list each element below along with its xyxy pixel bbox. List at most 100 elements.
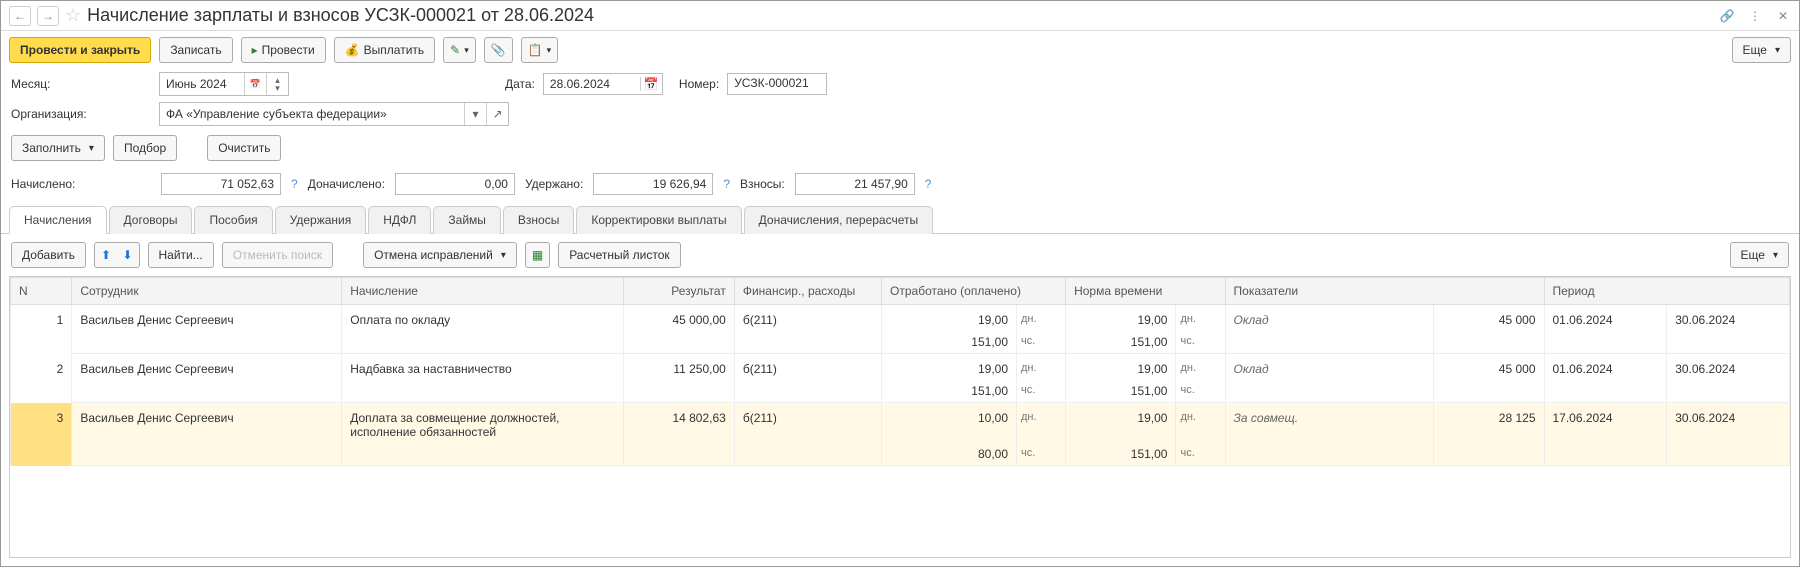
submit-close-button[interactable]: Провести и закрыть [9,37,151,63]
favorite-icon[interactable]: ☆ [65,5,81,26]
col-n[interactable]: N [11,278,72,305]
cell-norm-hours-unit: чс. [1176,380,1225,403]
post-label: Провести [262,43,315,57]
copy-button[interactable]: 📋▾ [521,37,558,63]
cell-fin: б(211) [734,403,881,444]
table-row-sub[interactable]: 80,00чс.151,00чс. [11,443,1790,466]
table-row-sub[interactable]: 151,00чс.151,00чс. [11,380,1790,403]
cell-accr: Оплата по окладу [342,305,624,332]
tab-benefits[interactable]: Пособия [194,206,272,234]
col-period[interactable]: Период [1544,278,1790,305]
col-result[interactable]: Результат [624,278,734,305]
cell-result: 14 802,63 [624,403,734,444]
save-button[interactable]: Записать [159,37,232,63]
contrib-label: Взносы: [740,177,785,191]
date-input[interactable]: 28.06.2024 📅 [543,73,663,95]
table-row[interactable]: 3Васильев Денис СергеевичДоплата за совм… [11,403,1790,444]
cell-period-from: 01.06.2024 [1544,354,1667,381]
cell-period-from: 17.06.2024 [1544,403,1667,444]
month-input[interactable]: Июнь 2024 📅 ▴▾ [159,72,289,96]
add-button[interactable]: Добавить [11,242,86,268]
cell-norm-hours: 151,00 [1066,331,1176,354]
date-value: 28.06.2024 [544,77,640,91]
col-emp[interactable]: Сотрудник [72,278,342,305]
cell-worked-hours-unit: чс. [1017,443,1066,466]
contrib-help-icon[interactable]: ? [925,177,932,191]
cell-result: 11 250,00 [624,354,734,381]
table-row-sub[interactable]: 151,00чс.151,00чс. [11,331,1790,354]
tab-contracts[interactable]: Договоры [109,206,193,234]
withheld-value[interactable]: 19 626,94 [593,173,713,195]
withheld-label: Удержано: [525,177,583,191]
cell-worked-days-unit: дн. [1017,354,1066,381]
cell-norm-hours: 151,00 [1066,380,1176,403]
link-icon[interactable]: 🔗 [1719,8,1735,24]
tab-loans[interactable]: Займы [433,206,501,234]
pay-label: Выплатить [364,43,425,57]
cell-ind-name: Оклад [1225,305,1434,332]
clear-button[interactable]: Очистить [207,135,281,161]
org-input[interactable]: ФА «Управление субъекта федерации» ▾ ↗ [159,102,509,126]
tab-payment-corrections[interactable]: Корректировки выплаты [576,206,741,234]
kebab-menu-icon[interactable]: ⋮ [1747,8,1763,24]
cell-worked-days-unit: дн. [1017,403,1066,444]
tab-recalculations[interactable]: Доначисления, перерасчеты [744,206,933,234]
move-up-button[interactable]: ⬆ ⬇ [94,242,139,268]
cell-worked-days: 10,00 [882,403,1017,444]
more-button[interactable]: Еще [1732,37,1791,63]
arrow-up-icon: ⬆ [101,248,111,262]
col-worked[interactable]: Отработано (оплачено) [882,278,1066,305]
col-norm[interactable]: Норма времени [1066,278,1225,305]
date-calendar-icon[interactable]: 📅 [640,77,662,91]
window-title: Начисление зарплаты и взносов УСЗК-00002… [87,5,594,26]
additional-value[interactable]: 0,00 [395,173,515,195]
cell-norm-days-unit: дн. [1176,403,1225,444]
tab-contributions[interactable]: Взносы [503,206,574,234]
cell-norm-days: 19,00 [1066,403,1176,444]
org-open-icon[interactable]: ↗ [486,103,508,125]
undo-fix-button[interactable]: Отмена исправлений [363,242,517,268]
nav-back-button[interactable]: ← [9,6,31,26]
cell-period-from: 01.06.2024 [1544,305,1667,332]
accrued-value[interactable]: 71 052,63 [161,173,281,195]
cell-n: 1 [11,305,72,354]
cell-worked-hours-unit: чс. [1017,380,1066,403]
col-ind[interactable]: Показатели [1225,278,1544,305]
attach-button[interactable]: 📎 [484,37,513,63]
tab-ndfl[interactable]: НДФЛ [368,206,431,234]
pencil-icon: ✎ [450,43,460,57]
fill-button[interactable]: Заполнить [11,135,105,161]
tab-accruals[interactable]: Начисления [9,206,107,234]
close-icon[interactable]: ✕ [1775,8,1791,24]
number-input[interactable]: УСЗК-000021 [727,73,827,95]
post-button[interactable]: ▸ Провести [241,37,326,63]
cell-norm-hours: 151,00 [1066,443,1176,466]
arrow-down-icon: ⬇ [122,248,132,262]
spreadsheet-button[interactable]: ▦ [525,242,550,268]
date-label: Дата: [505,77,535,91]
nav-forward-button[interactable]: → [37,6,59,26]
col-fin[interactable]: Финансир., расходы [734,278,881,305]
withheld-help-icon[interactable]: ? [723,177,730,191]
select-button[interactable]: Подбор [113,135,177,161]
cell-result: 45 000,00 [624,305,734,332]
cell-emp: Васильев Денис Сергеевич [72,305,342,332]
org-dropdown-icon[interactable]: ▾ [464,103,486,125]
contrib-value[interactable]: 21 457,90 [795,173,915,195]
tab-deductions[interactable]: Удержания [275,206,367,234]
edit-button[interactable]: ✎▾ [443,37,476,63]
pay-button[interactable]: 💰Выплатить [334,37,435,63]
month-calendar-icon[interactable]: 📅 [244,73,266,95]
post-icon: ▸ [252,43,258,57]
col-accr[interactable]: Начисление [342,278,624,305]
table-row[interactable]: 1Васильев Денис СергеевичОплата по оклад… [11,305,1790,332]
cell-worked-hours: 151,00 [882,380,1017,403]
cell-norm-hours-unit: чс. [1176,443,1225,466]
find-button[interactable]: Найти... [148,242,214,268]
month-spinner[interactable]: ▴▾ [266,73,288,95]
payslip-button[interactable]: Расчетный листок [558,242,680,268]
tab-more-button[interactable]: Еще [1730,242,1789,268]
table-row[interactable]: 2Васильев Денис СергеевичНадбавка за нас… [11,354,1790,381]
accrued-help-icon[interactable]: ? [291,177,298,191]
cell-fin: б(211) [734,354,881,381]
